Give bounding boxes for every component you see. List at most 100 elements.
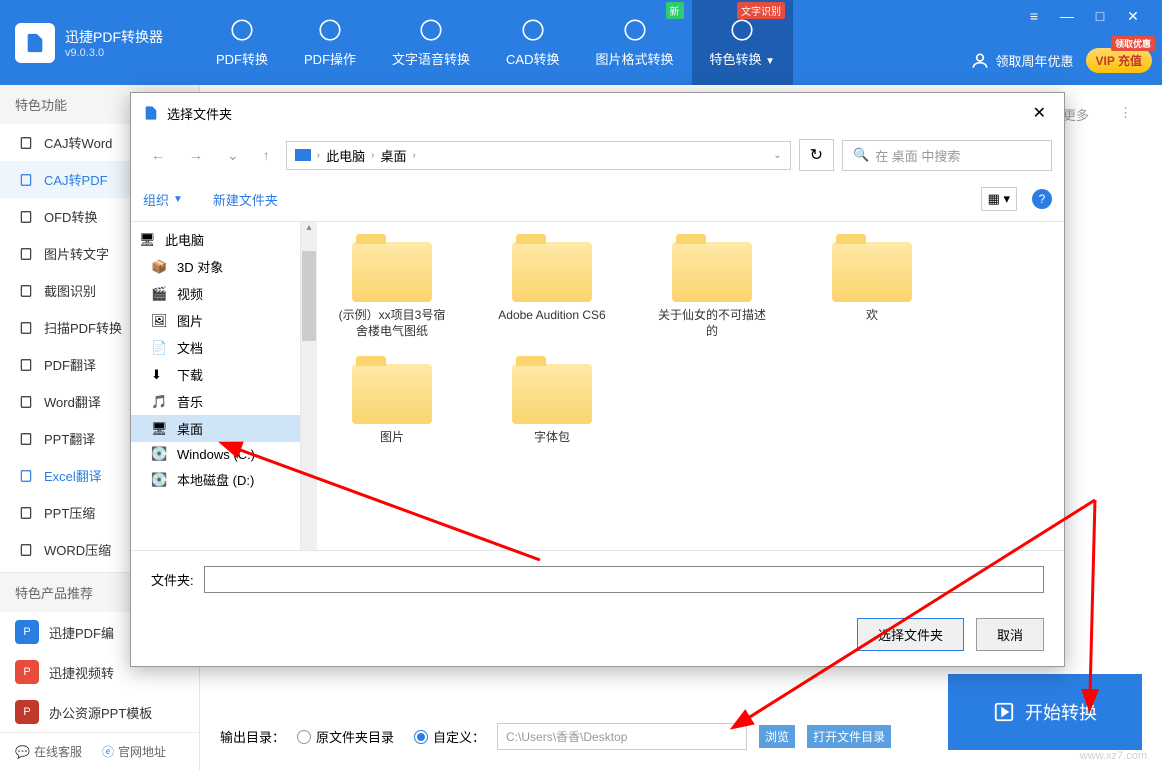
doc-icon <box>18 357 34 373</box>
doc-icon <box>18 542 34 558</box>
tab-icon <box>622 17 648 43</box>
maximize-button[interactable]: □ <box>1091 8 1109 25</box>
folder-item-0[interactable]: (示例）xx项目3号宿舍楼电气图纸 <box>337 242 447 339</box>
folder-item-1[interactable]: Adobe Audition CS6 <box>497 242 607 339</box>
help-button[interactable]: ? <box>1032 189 1052 209</box>
tree-item-6[interactable]: 🎵音乐 <box>131 388 300 415</box>
select-folder-button[interactable]: 选择文件夹 <box>857 618 964 651</box>
refresh-button[interactable]: ↻ <box>799 139 834 171</box>
folder-item-3[interactable]: 欢 <box>817 242 927 339</box>
nav-tab-3[interactable]: CAD转换 <box>488 0 577 85</box>
browse-button[interactable]: 浏览 <box>759 725 795 748</box>
tree-item-2[interactable]: 🎬视频 <box>131 280 300 307</box>
doc-icon <box>18 431 34 447</box>
folder-item-5[interactable]: 字体包 <box>497 364 607 446</box>
dialog-close-button[interactable]: ✕ <box>1027 101 1052 125</box>
tree-item-9[interactable]: 💽本地磁盘 (D:) <box>131 466 300 493</box>
view-mode-button[interactable]: ▦ ▾ <box>981 187 1017 211</box>
tree-item-3[interactable]: 🖼图片 <box>131 307 300 334</box>
nav-recent-button[interactable]: ⌄ <box>219 143 247 168</box>
doc-icon <box>18 283 34 299</box>
pc-icon <box>295 149 311 161</box>
window-controls: ≡ — □ ✕ <box>1015 0 1152 33</box>
tree-item-0[interactable]: 🖥此电脑 <box>131 226 300 253</box>
output-path-input[interactable]: C:\Users\香香\Desktop <box>497 723 747 750</box>
doc-icon <box>18 209 34 225</box>
nav-tab-5[interactable]: 文字识别特色转换 ▼ <box>692 0 794 85</box>
folder-icon: 💽 <box>151 472 169 488</box>
tab-icon <box>317 17 343 43</box>
app-name: 迅捷PDF转换器 <box>65 27 163 47</box>
vip-button[interactable]: 领取优惠 VIP 充值 <box>1086 48 1152 73</box>
folder-icon: 📄 <box>151 340 169 356</box>
output-bar: 输出目录： 原文件夹目录 自定义： C:\Users\香香\Desktop 浏览… <box>220 723 1142 750</box>
breadcrumb[interactable]: › 此电脑 › 桌面 › ⌄ <box>286 141 791 170</box>
app-icon: P <box>15 660 39 684</box>
customer-service-link[interactable]: 💬 在线客服 <box>15 743 82 760</box>
folder-tree: 🖥此电脑📦3D 对象🎬视频🖼图片📄文档⬇下载🎵音乐🖥桌面💽Windows (C:… <box>131 222 301 550</box>
tree-item-7[interactable]: 🖥桌面 <box>131 415 300 442</box>
doc-icon <box>18 505 34 521</box>
start-convert-button[interactable]: 开始转换 <box>948 674 1142 750</box>
radio-original-folder[interactable]: 原文件夹目录 <box>297 727 394 746</box>
nav-up-button[interactable]: ↑ <box>255 143 278 167</box>
anniversary-link[interactable]: 领取周年优惠 <box>970 51 1074 71</box>
folder-icon: 🖥 <box>139 232 157 248</box>
chevron-down-icon[interactable]: ⌄ <box>773 150 781 161</box>
doc-icon <box>18 135 34 151</box>
recommend-item-2[interactable]: P办公资源PPT模板 <box>0 692 199 732</box>
folder-name-input[interactable] <box>204 566 1044 593</box>
app-logo: 迅捷PDF转换器 v9.0.3.0 <box>0 23 178 63</box>
menu-icon[interactable]: ≡ <box>1025 8 1043 25</box>
tab-icon <box>729 17 755 43</box>
folder-icon: 🖥 <box>151 421 169 437</box>
badge: 文字识别 <box>737 2 785 19</box>
website-link[interactable]: ⓔ 官网地址 <box>102 743 166 760</box>
badge: 新 <box>666 2 684 19</box>
nav-back-button[interactable]: ← <box>143 143 173 167</box>
nav-tab-2[interactable]: 文字语音转换 <box>374 0 488 85</box>
doc-icon <box>18 394 34 410</box>
folder-icon: 🎵 <box>151 394 169 410</box>
nav-tab-1[interactable]: PDF操作 <box>286 0 374 85</box>
tree-item-8[interactable]: 💽Windows (C:) <box>131 442 300 466</box>
folder-icon: 🎬 <box>151 286 169 302</box>
tree-item-5[interactable]: ⬇下载 <box>131 361 300 388</box>
folder-icon <box>512 364 592 424</box>
dialog-title: 选择文件夹 <box>167 104 232 123</box>
nav-tab-4[interactable]: 新图片格式转换 <box>578 0 692 85</box>
search-input[interactable]: 🔍 在 桌面 中搜索 <box>842 140 1052 171</box>
folder-icon <box>512 242 592 302</box>
more-button[interactable]: 更多 <box>1063 105 1089 124</box>
file-grid: (示例）xx项目3号宿舍楼电气图纸 Adobe Audition CS6 关于仙女的… <box>317 222 1064 550</box>
organize-button[interactable]: 组织▼ <box>143 190 183 209</box>
folder-icon <box>352 242 432 302</box>
tab-icon <box>520 17 546 43</box>
open-folder-button[interactable]: 打开文件目录 <box>807 725 891 748</box>
tree-item-4[interactable]: 📄文档 <box>131 334 300 361</box>
close-button[interactable]: ✕ <box>1124 8 1142 25</box>
kebab-icon[interactable]: ⋮ <box>1119 105 1132 124</box>
tree-item-1[interactable]: 📦3D 对象 <box>131 253 300 280</box>
folder-item-2[interactable]: 关于仙女的不可描述的 <box>657 242 767 339</box>
doc-icon <box>18 468 34 484</box>
nav-tab-0[interactable]: PDF转换 <box>198 0 286 85</box>
scroll-thumb[interactable] <box>302 251 316 341</box>
folder-icon <box>832 242 912 302</box>
tree-scrollbar[interactable]: ▴ <box>301 222 317 550</box>
folder-item-4[interactable]: 图片 <box>337 364 447 446</box>
app-icon: P <box>15 700 39 724</box>
new-folder-button[interactable]: 新建文件夹 <box>213 190 278 209</box>
folder-icon: 💽 <box>151 446 169 462</box>
minimize-button[interactable]: — <box>1058 8 1076 25</box>
radio-custom-folder[interactable]: 自定义： <box>414 727 485 746</box>
play-icon <box>993 701 1015 723</box>
folder-dialog: 选择文件夹 ✕ ← → ⌄ ↑ › 此电脑 › 桌面 › ⌄ ↻ 🔍 在 桌面 … <box>130 92 1065 667</box>
cancel-button[interactable]: 取消 <box>976 618 1044 651</box>
folder-icon: 🖼 <box>151 313 169 329</box>
user-icon <box>970 51 990 71</box>
app-icon <box>143 105 159 121</box>
radio-icon <box>297 730 311 744</box>
vip-ribbon: 领取优惠 <box>1111 36 1155 51</box>
nav-forward-button[interactable]: → <box>181 143 211 167</box>
